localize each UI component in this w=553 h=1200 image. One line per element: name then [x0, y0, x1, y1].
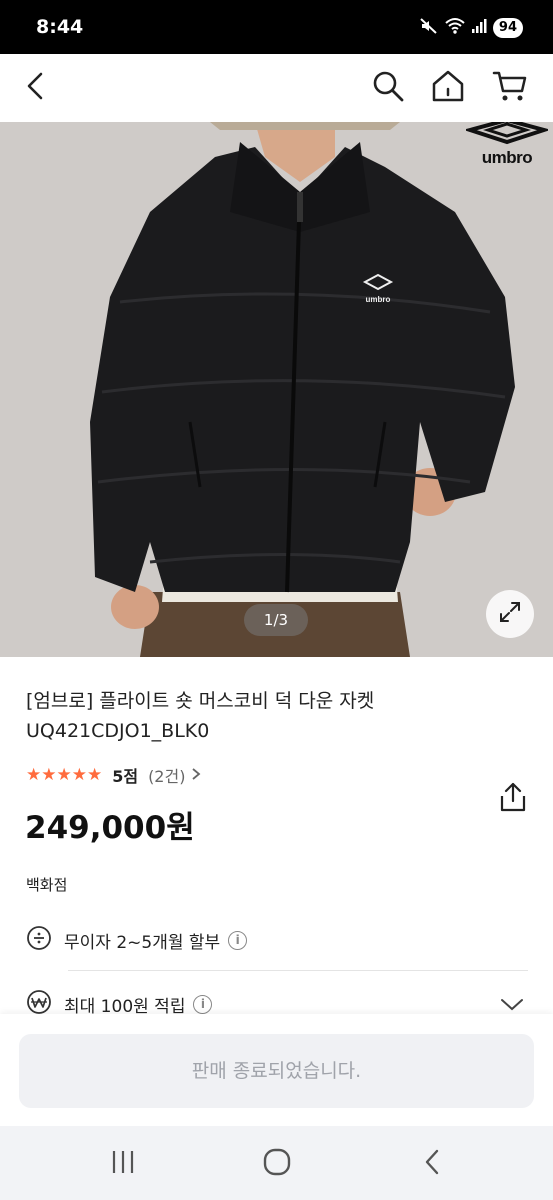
chest-logo-text: umbro	[366, 295, 391, 304]
status-icons: 94	[419, 16, 523, 40]
back-nav-icon	[422, 1148, 442, 1180]
product-title: [엄브로] 플라이트 숏 머스코비 덕 다운 자켓 UQ421CDJO1_BLK…	[26, 690, 375, 742]
mute-icon	[419, 16, 439, 40]
sales-channel-label: 백화점	[26, 876, 68, 894]
bottom-action-bar: 판매 종료되었습니다.	[0, 1014, 553, 1126]
back-nav-button[interactable]	[402, 1144, 462, 1184]
cart-button[interactable]	[484, 62, 536, 114]
rating-score: 5점	[112, 767, 139, 786]
home-circle-icon	[262, 1147, 292, 1181]
chevron-right-icon	[191, 766, 201, 785]
home-button[interactable]	[422, 62, 474, 114]
jacket-photo: umbro	[0, 122, 553, 657]
home-nav-button[interactable]	[247, 1144, 307, 1184]
sold-out-button[interactable]: 판매 종료되었습니다.	[19, 1034, 534, 1108]
battery-indicator: 94	[492, 18, 523, 38]
rating-stars: ★★★★★	[26, 765, 103, 785]
product-image[interactable]: umbro umbro	[0, 122, 553, 657]
product-price: 249,000원	[25, 810, 195, 846]
brand-logo-text: umbro	[481, 148, 533, 167]
search-button[interactable]	[362, 62, 414, 114]
brand-logo: umbro	[462, 122, 552, 167]
expand-icon	[498, 600, 522, 628]
back-icon	[24, 71, 48, 105]
recent-apps-icon	[109, 1149, 137, 1179]
home-icon	[431, 69, 465, 107]
rating-summary[interactable]: ★★★★★ 5점 (2건)	[26, 763, 201, 787]
info-icon[interactable]: i	[193, 994, 213, 1014]
back-button[interactable]	[10, 62, 62, 114]
wifi-icon	[445, 17, 465, 39]
recent-apps-button[interactable]	[93, 1144, 153, 1184]
benefit-installment[interactable]: 무이자 2~5개월 할부 i	[26, 925, 248, 955]
status-time: 8:44	[36, 16, 84, 38]
review-count: (2건)	[148, 767, 186, 786]
benefit-installment-text: 무이자 2~5개월 할부	[64, 932, 221, 953]
signal-icon	[471, 18, 487, 38]
divider	[68, 970, 528, 971]
benefit-points-text: 최대 100원 적립	[64, 996, 186, 1017]
system-nav-bar	[0, 1126, 553, 1200]
share-button[interactable]	[494, 780, 532, 818]
installment-icon	[26, 925, 52, 955]
share-icon	[498, 781, 528, 817]
search-icon	[371, 69, 405, 107]
expand-image-button[interactable]	[486, 590, 534, 638]
status-bar: 8:44 94	[0, 0, 553, 54]
app-header	[0, 54, 553, 122]
info-icon[interactable]: i	[228, 930, 248, 950]
cart-icon	[492, 69, 528, 107]
image-counter: 1/3	[244, 604, 308, 636]
